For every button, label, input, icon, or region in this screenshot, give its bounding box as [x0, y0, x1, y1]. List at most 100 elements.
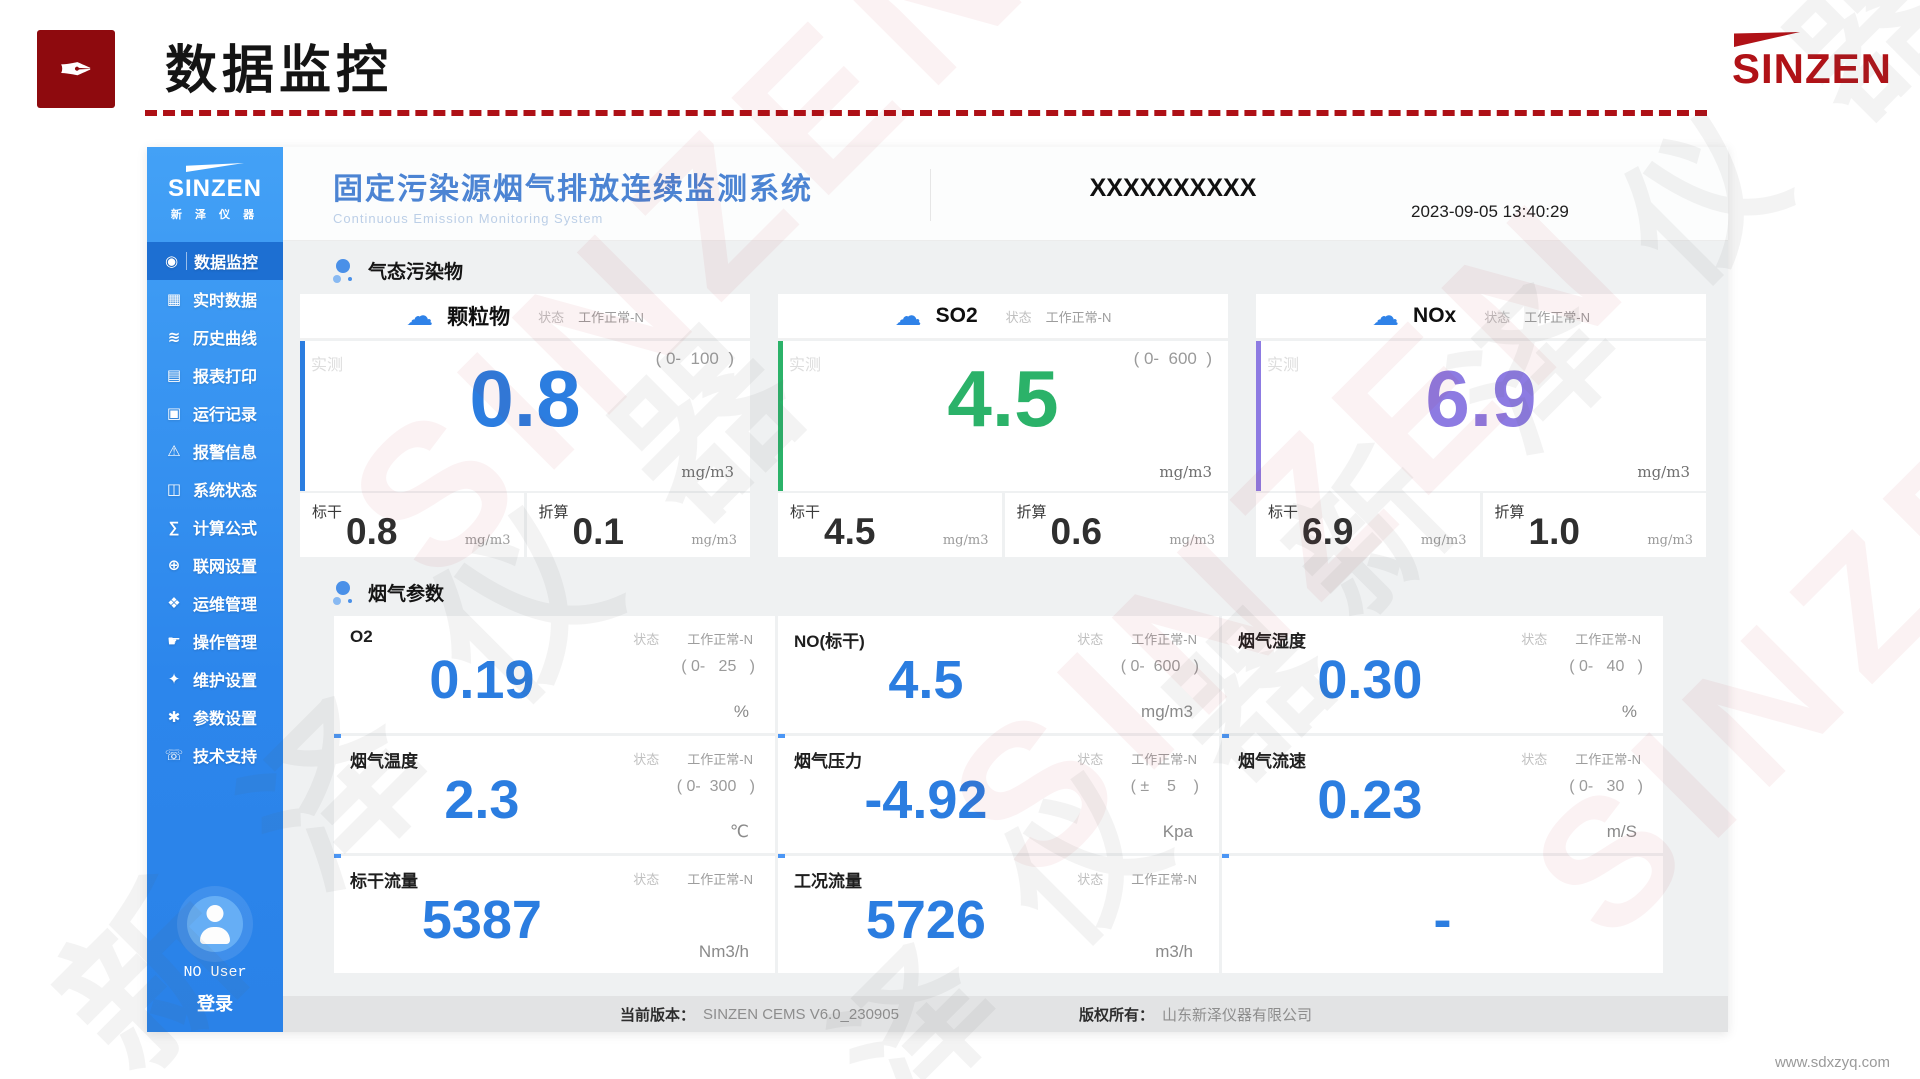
copyright-label: 版权所有：	[1079, 1004, 1154, 1025]
sub-unit: mg/m3	[1169, 533, 1215, 548]
card-header: ☁ SO2 状态 工作正常-N	[778, 294, 1228, 339]
page-title: 数据监控	[165, 28, 393, 103]
user-name: NO User	[147, 964, 283, 981]
sinzen-logo-text: SINZEN	[1732, 48, 1892, 90]
bubbles-icon	[333, 581, 359, 605]
sidebar-item-realtime-data[interactable]: ▦ 实时数据	[147, 280, 283, 318]
website-url: www.sdxzyq.com	[1775, 1054, 1890, 1071]
status-label: 状态	[633, 869, 659, 888]
param-range: ( 0- 40 )	[1569, 658, 1643, 676]
sidebar-item-operation-management[interactable]: ☛ 操作管理	[147, 622, 283, 660]
card-footer: 标干 0.8 mg/m3 折算 0.1 mg/m3	[300, 493, 750, 557]
param-unit: m3/h	[1155, 942, 1193, 962]
pollutant-cards: ☁ 颗粒物 状态 工作正常-N 实测 ( 0- 100 ) 0.8 mg/m3	[300, 294, 1706, 557]
card-header: ☁ 颗粒物 状态 工作正常-N	[300, 294, 750, 339]
status-value: 工作正常-N	[687, 629, 753, 648]
status-value: 工作正常-N	[1131, 749, 1197, 768]
param-value: 5726	[798, 888, 1054, 953]
param-status: 状态 工作正常-N	[1077, 749, 1197, 768]
sub-value: 1.0	[1483, 511, 1627, 553]
param-value: 0.30	[1242, 648, 1498, 713]
sidebar-item-formula[interactable]: ∑ 计算公式	[147, 508, 283, 546]
system-status-icon: ◫	[162, 480, 186, 498]
section-title: 烟气参数	[368, 579, 444, 606]
card-particulate: ☁ 颗粒物 状态 工作正常-N 实测 ( 0- 100 ) 0.8 mg/m3	[300, 294, 750, 557]
sidebar-item-label: 运维管理	[193, 591, 257, 615]
cell-flue-velocity: 烟气流速 状态 工作正常-N ( 0- 30 ) 0.23 m/S	[1222, 736, 1663, 853]
status-label: 状态	[1006, 307, 1032, 326]
standard-dry-cell: 标干 4.5 mg/m3	[778, 493, 1002, 557]
param-range: ( 0- 300 )	[677, 778, 755, 796]
status-value: 工作正常-N	[1575, 749, 1641, 768]
content: 气态污染物 ☁ 颗粒物 状态 工作正常-N 实测 ( 0- 100 ) 0.8	[283, 241, 1728, 996]
tech-support-icon: ☏	[162, 746, 186, 764]
sidebar-item-history-curve[interactable]: ≋ 历史曲线	[147, 318, 283, 356]
system-title: 固定污染源烟气排放连续监测系统	[333, 164, 813, 208]
cell-empty: -	[1222, 856, 1663, 973]
param-value: 4.5	[798, 648, 1054, 713]
sub-value: 0.1	[527, 511, 671, 553]
status-value: 工作正常-N	[687, 869, 753, 888]
status-value: 工作正常-N	[578, 307, 644, 326]
report-print-icon: ▤	[162, 366, 186, 384]
sidebar-item-label: 联网设置	[193, 553, 257, 577]
parameter-settings-icon: ✱	[162, 708, 186, 726]
sidebar-item-parameter-settings[interactable]: ✱ 参数设置	[147, 698, 283, 736]
sidebar-item-alarm-info[interactable]: ⚠ 报警信息	[147, 432, 283, 470]
login-button[interactable]: 登录	[147, 990, 283, 1016]
version-label: 当前版本：	[620, 1004, 695, 1025]
sidebar-logo: SINZEN 新 泽 仪 器	[147, 147, 283, 234]
copyright-group: 版权所有： 山东新泽仪器有限公司	[1079, 1004, 1312, 1025]
sidebar-nav: ◉ 数据监控 ▦ 实时数据 ≋ 历史曲线 ▤ 报表打印 ▣ 运行记录 ⚠ 报警信…	[147, 242, 283, 774]
sidebar-item-label: 维护设置	[193, 667, 257, 691]
sub-value: 0.8	[300, 511, 444, 553]
user-block: NO User 登录	[147, 896, 283, 1032]
param-range: ( ± 5 )	[1131, 778, 1199, 796]
sidebar-item-ops-management[interactable]: ❖ 运维管理	[147, 584, 283, 622]
pollutant-name: SO2	[936, 304, 978, 328]
converted-cell: 折算 0.1 mg/m3	[527, 493, 751, 557]
status-label: 状态	[1077, 869, 1103, 888]
status-label: 状态	[1521, 629, 1547, 648]
param-unit: mg/m3	[1141, 702, 1193, 722]
card-footer: 标干 4.5 mg/m3 折算 0.6 mg/m3	[778, 493, 1228, 557]
status-value: 工作正常-N	[1524, 307, 1590, 326]
sidebar-item-run-log[interactable]: ▣ 运行记录	[147, 394, 283, 432]
sidebar-item-maintenance-settings[interactable]: ✦ 维护设置	[147, 660, 283, 698]
sidebar-item-label: 历史曲线	[193, 325, 257, 349]
sub-unit: mg/m3	[1421, 533, 1467, 548]
param-unit: %	[1622, 702, 1637, 722]
sub-value: 0.6	[1005, 511, 1149, 553]
sidebar-logo-subtext: 新 泽 仪 器	[147, 206, 283, 222]
measured-unit: mg/m3	[1637, 463, 1690, 481]
param-range: ( 0- 30 )	[1569, 778, 1643, 796]
sidebar-item-report-print[interactable]: ▤ 报表打印	[147, 356, 283, 394]
param-value: 2.3	[354, 768, 610, 833]
param-unit: m/S	[1607, 822, 1637, 842]
cell-working-condition-flow: 工况流量 状态 工作正常-N 5726 m3/h	[778, 856, 1219, 973]
param-value: -4.92	[798, 768, 1054, 833]
user-avatar[interactable]	[187, 896, 243, 952]
system-title-block: 固定污染源烟气排放连续监测系统 Continuous Emission Moni…	[333, 164, 813, 226]
cell-standard-dry-flow: 标干流量 状态 工作正常-N 5387 Nm3/h	[334, 856, 775, 973]
sidebar-item-network-settings[interactable]: ⊕ 联网设置	[147, 546, 283, 584]
param-label: O2	[350, 627, 373, 646]
sidebar-item-label: 操作管理	[193, 629, 257, 653]
status-label: 状态	[1484, 307, 1510, 326]
sidebar-item-tech-support[interactable]: ☏ 技术支持	[147, 736, 283, 774]
sidebar-item-data-monitor[interactable]: ◉ 数据监控	[147, 242, 283, 280]
app-footer: 当前版本： SINZEN CEMS V6.0_230905 版权所有： 山东新泽…	[283, 996, 1728, 1032]
card-nox: ☁ NOx 状态 工作正常-N 实测 6.9 mg/m3 标干	[1256, 294, 1706, 557]
cell-no-standard-dry: NO(标干) 状态 工作正常-N ( 0- 600 ) 4.5 mg/m3	[778, 616, 1219, 733]
cell-flue-humidity: 烟气湿度 状态 工作正常-N ( 0- 40 ) 0.30 %	[1222, 616, 1663, 733]
card-header: ☁ NOx 状态 工作正常-N	[1256, 294, 1706, 339]
cell-o2: O2 状态 工作正常-N ( 0- 25 ) 0.19 %	[334, 616, 775, 733]
param-range: ( 0- 25 )	[681, 658, 755, 676]
sidebar-item-system-status[interactable]: ◫ 系统状态	[147, 470, 283, 508]
card-body: 实测 ( 0- 100 ) 0.8 mg/m3	[300, 341, 750, 491]
param-status: 状态 工作正常-N	[633, 869, 753, 888]
converted-cell: 折算 0.6 mg/m3	[1005, 493, 1229, 557]
converted-cell: 折算 1.0 mg/m3	[1483, 493, 1707, 557]
status-label: 状态	[1077, 629, 1103, 648]
cloud-icon: ☁	[895, 303, 922, 330]
